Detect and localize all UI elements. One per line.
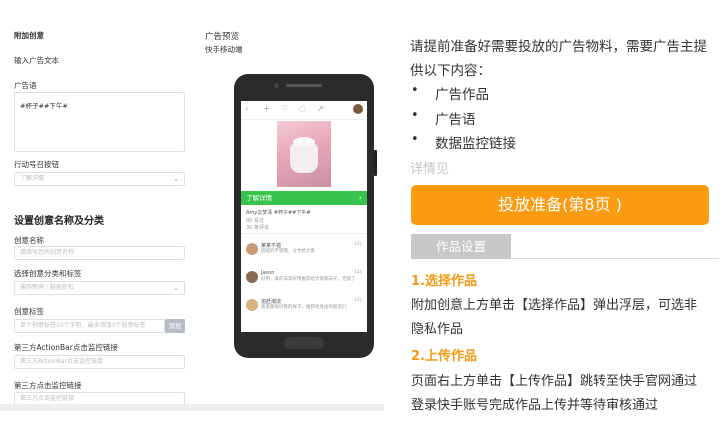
phone-screen: ‹ + ♡ ◌ ↗ 了解详情 › Amy云梦泽 #杯子##下午# 90 看过 3… (241, 101, 367, 332)
avatar (246, 243, 258, 255)
comment-name: Jason (261, 270, 275, 276)
action-button-value: 了解详情 (20, 175, 45, 182)
category-select[interactable]: 服饰新闻 / 鞋类折扣 ⌄ (14, 281, 185, 295)
tab-work-settings[interactable]: 作品设置 (411, 234, 511, 259)
chevron-right-icon: › (358, 193, 362, 202)
avatar (246, 271, 258, 283)
comment-text: 搭配的不错哦，分享给大家 (261, 249, 315, 254)
settings-section-title: 设置创意名称及分类 (14, 216, 104, 227)
ad-copy-label: 广告语 (14, 81, 37, 90)
tags-label: 创意标签 (14, 307, 44, 316)
ad-work-image (277, 121, 331, 187)
preview-subtitle: 快手移动端 (205, 45, 243, 54)
phone-mockup: ‹ + ♡ ◌ ↗ 了解详情 › Amy云梦泽 #杯子##下午# 90 看过 3… (234, 74, 377, 358)
comment-icon: ◌ (299, 104, 306, 113)
actionbar-monitor-label: 第三方ActionBar点击监控链接 (14, 343, 118, 352)
phone-speaker (286, 84, 322, 87)
post-author-line: Amy云梦泽 #杯子##下午# (246, 210, 311, 216)
learn-more-bar: 了解详情 › (241, 191, 367, 205)
phone-home-button (284, 337, 324, 349)
creative-name-input[interactable]: 请填写您的创意名称 (14, 246, 185, 260)
action-button-label: 行动号召按钮 (14, 160, 59, 169)
cup-foam-shape (293, 137, 315, 147)
details-link[interactable]: 详情见 (410, 158, 449, 177)
panel-bottom-shade (0, 404, 384, 411)
post-meta-views: 90 看过 (246, 218, 264, 224)
category-value: 服饰新闻 / 鞋类折扣 (20, 284, 74, 291)
plus-icon: + (263, 104, 270, 113)
preview-title: 广告预览 (205, 32, 240, 42)
bullet-dot-icon: • (411, 83, 419, 98)
share-icon: ↗ (317, 104, 324, 113)
post-meta-comments: 30 条评论 (246, 225, 269, 231)
step2-title: 2.上传作品 (411, 349, 477, 364)
comment-item: 某某不错 12s 搭配的不错哦，分享给大家 (241, 240, 367, 266)
bullet-item: 数据监控链接 (435, 136, 516, 152)
creative-form-panel: 附加创意 输入广告文本 广告语 #杯子##下午# 行动号召按钮 了解详情 ⌄ 设… (0, 0, 384, 411)
step1-title: 1.选择作品 (411, 274, 477, 289)
bullet-item: 广告语 (435, 112, 476, 128)
comment-name: 某某不错 (261, 243, 282, 249)
back-icon: ‹ (245, 104, 249, 113)
comment-text: 看着都很好看的样子，推荐给身边的朋友们 (261, 305, 347, 310)
bullet-item: 广告作品 (435, 87, 489, 103)
add-tag-button[interactable]: 添加 (165, 319, 185, 333)
append-creative-title: 附加创意 (14, 31, 44, 40)
input-ad-text-label: 输入广告文本 (14, 56, 59, 65)
tab-underline (511, 258, 719, 259)
avatar (246, 299, 258, 311)
step2-line1: 页面右上方单击【上传作品】跳转至快手官网通过 (411, 374, 698, 389)
phone-side-button (374, 150, 377, 176)
intro-line-1: 请提前准备好需要投放的广告物料，需要广告主提 (410, 39, 707, 55)
divider (241, 233, 367, 234)
heart-icon: ♡ (281, 104, 289, 113)
cup-shape (290, 143, 318, 173)
comment-time: 12s (353, 298, 362, 303)
comment-text: 好用，真的非常好用推荐给大家都去买，无敌了 (261, 277, 356, 282)
actionbar-monitor-input[interactable]: 第三方ActionBar点击监控链接 (14, 355, 185, 369)
comment-name: 追赶潮流 (261, 299, 282, 305)
step1-line1: 附加创意上方单击【选择作品】弹出浮层，可选非 (411, 298, 698, 313)
comment-time: 12s (353, 270, 362, 275)
category-label: 选择创意分类和标签 (14, 269, 82, 278)
learn-more-label: 了解详情 (246, 194, 272, 202)
step2-line2: 登录快手账号完成作品上传并等待审核通过 (411, 398, 659, 413)
bullet-dot-icon: • (411, 108, 419, 123)
ad-copy-textarea[interactable]: #杯子##下午# (14, 92, 185, 152)
creative-name-label: 创意名称 (14, 236, 44, 245)
comment-time: 12s (353, 242, 362, 247)
avatar (353, 104, 363, 114)
preview-navbar: ‹ + ♡ ◌ ↗ (241, 101, 367, 120)
chevron-down-icon: ⌄ (173, 175, 179, 183)
intro-line-2: 供以下内容： (410, 63, 491, 79)
tags-input[interactable]: 单个创意标签10个字符，最多添加3个创意标签 (14, 319, 165, 333)
click-monitor-label: 第三方点击监控链接 (14, 381, 82, 390)
step1-line2: 隐私作品 (411, 322, 464, 337)
launch-prep-button[interactable]: 投放准备(第8页 ) (411, 185, 709, 225)
chevron-down-icon: ⌄ (173, 284, 179, 292)
comment-item: 追赶潮流 12s 看着都很好看的样子，推荐给身边的朋友们 (241, 296, 367, 322)
bullet-dot-icon: • (411, 132, 419, 147)
comment-item: Jason 12s 好用，真的非常好用推荐给大家都去买，无敌了 (241, 268, 367, 294)
action-button-select[interactable]: 了解详情 ⌄ (14, 172, 185, 186)
phone-camera (274, 83, 279, 88)
